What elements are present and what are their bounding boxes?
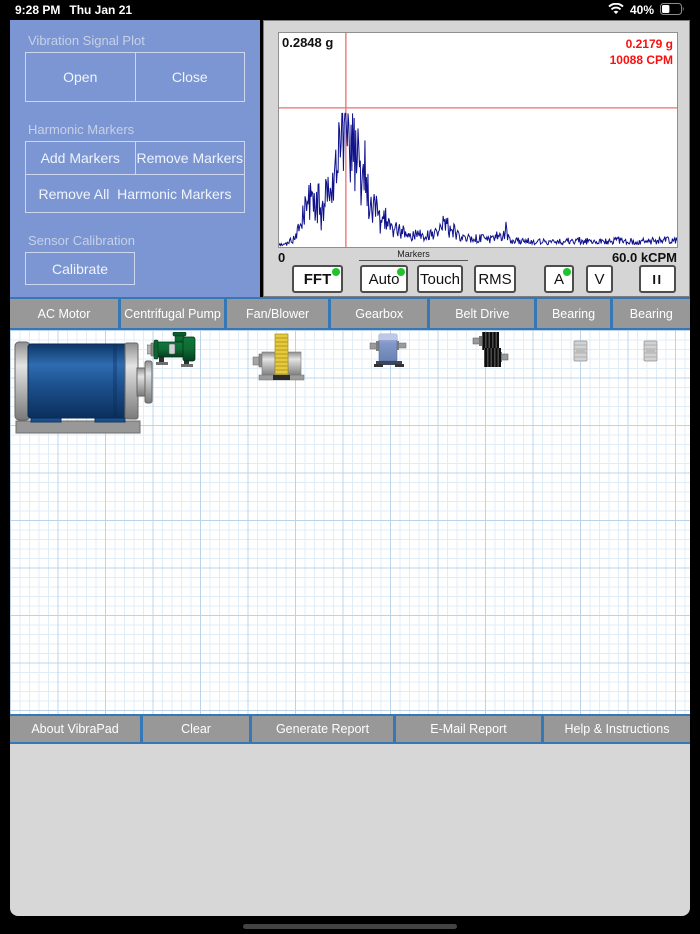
about-vibrapad-button[interactable]: About VibraPad bbox=[10, 716, 140, 742]
tab-fan-blower[interactable]: Fan/Blower bbox=[227, 299, 329, 328]
remove-markers-button[interactable]: Remove Markers bbox=[134, 142, 245, 174]
gearbox-icon[interactable] bbox=[368, 333, 410, 373]
fft-button-label: FFT bbox=[303, 270, 332, 288]
y-scale-label: 0.2848 g bbox=[282, 35, 334, 50]
plot-open-close-group: Open Close bbox=[25, 52, 245, 102]
remove-all-harmonic-markers-button[interactable]: Remove All Harmonic Markers bbox=[26, 175, 244, 212]
date-label: Thu Jan 21 bbox=[69, 3, 133, 17]
x-axis-max-label: 60.0 kCPM bbox=[611, 250, 677, 265]
fft-plot-area[interactable]: 0.2848 g 0.2179 g 10088 CPM bbox=[278, 32, 678, 248]
vibration-signal-plot-label: Vibration Signal Plot bbox=[28, 33, 145, 48]
tab-gearbox[interactable]: Gearbox bbox=[331, 299, 428, 328]
status-bar: 9:28 PM Thu Jan 21 40% bbox=[0, 0, 700, 20]
fan-blower-icon[interactable] bbox=[252, 333, 306, 386]
calibrate-button[interactable]: Calibrate bbox=[26, 253, 134, 284]
pause-icon: II bbox=[652, 271, 663, 287]
record-indicator-icon bbox=[563, 268, 571, 276]
machine-layout-canvas[interactable] bbox=[10, 330, 690, 714]
tab-belt-drive[interactable]: Belt Drive bbox=[430, 299, 535, 328]
tab-centrifugal-pump[interactable]: Centrifugal Pump bbox=[121, 299, 225, 328]
battery-icon bbox=[660, 2, 685, 18]
velocity-button-label: V bbox=[594, 270, 605, 288]
touch-button[interactable]: Touch bbox=[417, 265, 463, 293]
calibrate-group: Calibrate bbox=[25, 252, 135, 285]
control-panel: Vibration Signal Plot Open Close Harmoni… bbox=[10, 20, 260, 297]
open-button[interactable]: Open bbox=[26, 53, 135, 101]
equipment-tab-bar: AC Motor Centrifugal Pump Fan/Blower Gea… bbox=[10, 297, 690, 330]
x-axis-min-label: 0 bbox=[278, 250, 286, 265]
clock-label: 9:28 PM bbox=[15, 3, 61, 17]
email-report-button[interactable]: E-Mail Report bbox=[396, 716, 541, 742]
tab-ac-motor[interactable]: AC Motor bbox=[10, 299, 119, 328]
wifi-icon bbox=[608, 2, 624, 18]
velocity-button[interactable]: V bbox=[586, 265, 613, 293]
markers-row-group: Add Markers Remove Markers bbox=[25, 141, 245, 175]
pause-button[interactable]: II bbox=[639, 265, 676, 293]
generate-report-button[interactable]: Generate Report bbox=[252, 716, 393, 742]
spectrum-trace bbox=[279, 112, 677, 247]
touch-button-label: Touch bbox=[419, 270, 461, 288]
harmonic-markers-label: Harmonic Markers bbox=[28, 122, 135, 137]
auto-button-label: Auto bbox=[368, 270, 400, 288]
record-indicator-icon bbox=[332, 268, 340, 276]
sensor-calibration-label: Sensor Calibration bbox=[28, 233, 135, 248]
fft-plot-panel: 0.2848 g 0.2179 g 10088 CPM 0 60.0 kCPM … bbox=[263, 20, 690, 297]
rms-button[interactable]: RMS bbox=[474, 265, 516, 293]
bearing-icon[interactable] bbox=[643, 340, 658, 367]
home-indicator[interactable] bbox=[243, 924, 457, 929]
cursor-amplitude: 0.2179 g bbox=[625, 37, 673, 51]
bearing-icon[interactable] bbox=[573, 340, 588, 367]
record-indicator-icon bbox=[397, 268, 405, 276]
battery-percent: 40% bbox=[629, 3, 654, 17]
fft-button[interactable]: FFT bbox=[292, 265, 343, 293]
vibrapad-app: 9:28 PM Thu Jan 21 40% Vibration Signal … bbox=[0, 0, 700, 934]
tab-bearing-2[interactable]: Bearing bbox=[612, 299, 690, 328]
centrifugal-pump-icon[interactable] bbox=[146, 331, 203, 373]
acceleration-button[interactable]: A bbox=[544, 265, 574, 293]
add-markers-button[interactable]: Add Markers bbox=[26, 142, 135, 174]
report-content-area bbox=[10, 744, 690, 916]
markers-group-label: Markers bbox=[359, 249, 468, 261]
clear-button[interactable]: Clear bbox=[143, 716, 249, 742]
cursor-frequency: 10088 CPM bbox=[609, 53, 673, 68]
auto-button[interactable]: Auto bbox=[360, 265, 408, 293]
bottom-toolbar: About VibraPad Clear Generate Report E-M… bbox=[10, 714, 690, 744]
tab-bearing-1[interactable]: Bearing bbox=[537, 299, 610, 328]
help-instructions-button[interactable]: Help & Instructions bbox=[544, 716, 690, 742]
cursor-readout: 0.2179 g 10088 CPM bbox=[610, 36, 673, 68]
remove-all-group: Remove All Harmonic Markers bbox=[25, 175, 245, 213]
belt-drive-icon[interactable] bbox=[471, 331, 509, 374]
ac-motor-icon[interactable] bbox=[13, 335, 153, 440]
rms-button-label: RMS bbox=[478, 270, 512, 288]
close-button[interactable]: Close bbox=[134, 53, 245, 101]
